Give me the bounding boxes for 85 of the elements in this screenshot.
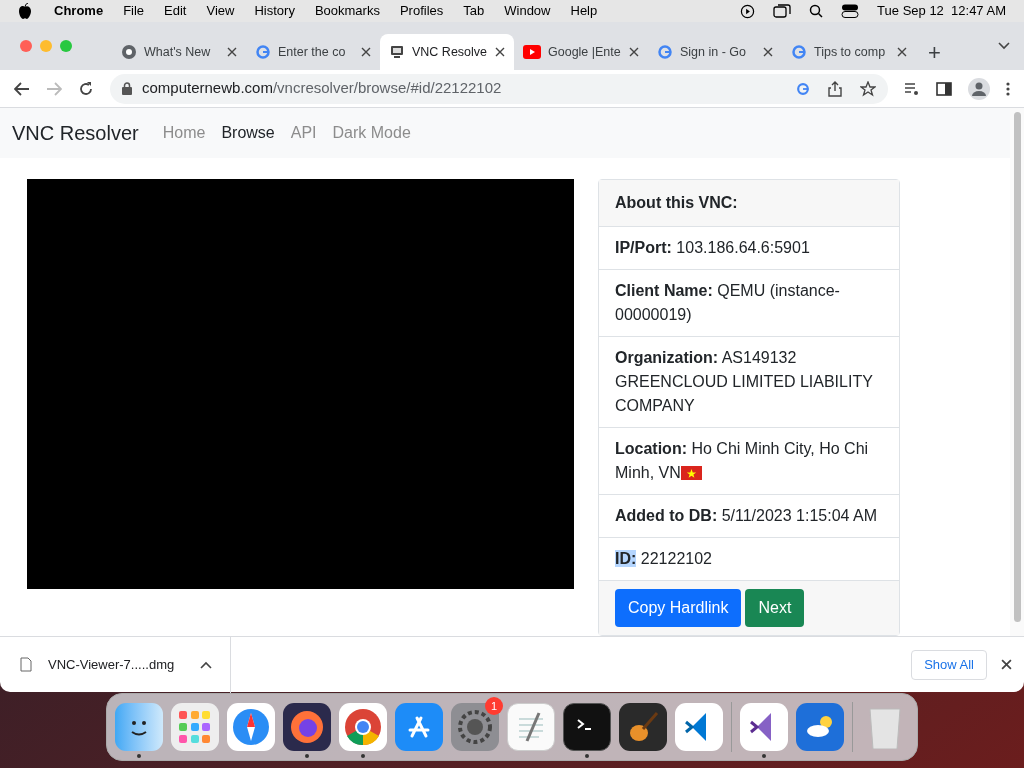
windows-icon[interactable] xyxy=(773,4,792,18)
menu-item[interactable]: View xyxy=(206,1,235,21)
chrome-logo-icon xyxy=(121,44,137,60)
letter-a-app-icon[interactable] xyxy=(395,703,443,751)
browser-tab[interactable]: Sign in - Go xyxy=(648,34,782,70)
tab-title: Enter the co xyxy=(278,43,347,61)
tab-title: VNC Resolve xyxy=(412,43,488,61)
profile-avatar-icon[interactable] xyxy=(968,77,990,100)
smiley-face-app-icon[interactable] xyxy=(115,703,163,751)
play-circle-icon[interactable] xyxy=(740,3,756,19)
menu-item[interactable]: File xyxy=(123,1,145,21)
menu-item[interactable]: History xyxy=(254,1,295,21)
browser-tab[interactable]: VNC Resolve xyxy=(380,34,514,70)
close-icon[interactable] xyxy=(897,47,907,57)
chevron-down-icon[interactable] xyxy=(998,42,1010,50)
side-panel-icon[interactable] xyxy=(936,81,952,96)
fox-globe-app-icon[interactable] xyxy=(283,703,331,751)
gear-app-icon[interactable] xyxy=(451,703,499,751)
search-icon[interactable] xyxy=(809,4,824,18)
star-icon[interactable] xyxy=(860,80,876,97)
tab-title: Google |Ente xyxy=(548,43,622,61)
google-logo-icon xyxy=(657,44,673,60)
browser-tab[interactable]: What's New xyxy=(112,34,246,70)
browser-tab[interactable]: Tips to comp xyxy=(782,34,916,70)
clock[interactable]: Tue Sep 12 12:47 AM xyxy=(877,1,1006,21)
ide-app-icon[interactable] xyxy=(740,703,788,751)
share-icon[interactable] xyxy=(828,80,842,97)
google-logo-icon xyxy=(255,44,271,60)
info-row: Client Name: QEMU (instance-00000019) xyxy=(599,270,899,337)
browser-tab[interactable]: Google |Ente xyxy=(514,34,648,70)
more-menu-icon[interactable] xyxy=(1006,81,1010,96)
nav-link[interactable]: Browse xyxy=(221,121,275,145)
menu-item[interactable]: Bookmarks xyxy=(314,1,380,21)
action-button[interactable]: Next xyxy=(745,589,805,627)
info-row: Organization: AS149132 GREENCLOUD LIMITED LIABILITY COMPANY xyxy=(599,337,899,428)
flag-icon xyxy=(680,466,702,480)
apple-logo-icon[interactable] xyxy=(18,3,32,19)
app-grid-icon[interactable] xyxy=(171,703,219,751)
scrollbar[interactable] xyxy=(1010,108,1024,636)
tab-title: Tips to comp xyxy=(814,43,887,61)
chevron-up-icon[interactable] xyxy=(200,660,213,669)
show-all-button[interactable]: Show All xyxy=(911,649,987,680)
close-icon[interactable] xyxy=(1001,659,1012,670)
terminal-app-icon[interactable] xyxy=(563,703,611,751)
paper-pen-app-icon[interactable] xyxy=(507,703,555,751)
close-icon[interactable] xyxy=(495,47,505,57)
menu-item[interactable]: Tab xyxy=(463,1,485,21)
tab-title: What's New xyxy=(144,43,212,61)
toggles-icon[interactable] xyxy=(841,4,860,18)
google-logo-icon xyxy=(791,44,807,60)
menu-item[interactable]: Edit xyxy=(164,1,187,21)
new-tab-button[interactable]: + xyxy=(928,34,941,70)
card-header: About this VNC: xyxy=(599,180,899,227)
close-icon[interactable] xyxy=(361,47,371,57)
back-arrow-icon[interactable] xyxy=(14,81,30,96)
action-button[interactable]: Copy Hardlink xyxy=(615,589,742,627)
cloud-sun-app-icon[interactable] xyxy=(796,703,844,751)
menu-item[interactable]: Help xyxy=(570,1,598,21)
close-icon[interactable] xyxy=(763,47,773,57)
play-logo-icon xyxy=(523,45,541,59)
reload-icon[interactable] xyxy=(78,80,94,97)
menu-item[interactable]: Profiles xyxy=(399,1,444,21)
file-icon xyxy=(20,657,32,672)
google-logo-icon[interactable] xyxy=(796,81,810,96)
app-menu[interactable]: Chrome xyxy=(54,1,104,21)
compass-app-icon[interactable] xyxy=(227,703,275,751)
menu-item[interactable]: Window xyxy=(504,1,551,21)
info-row: IP/Port: 103.186.64.6:5901 xyxy=(599,227,899,270)
round-browser-app-icon[interactable] xyxy=(339,703,387,751)
close-icon[interactable] xyxy=(629,47,639,57)
address-bar[interactable]: computernewb.com/vncresolver/browse/#id/22122102 xyxy=(110,73,888,104)
computer-icon xyxy=(389,44,405,60)
info-row: Added to DB: 5/11/2023 1:15:04 AM xyxy=(599,495,899,538)
download-file-name[interactable]: VNC-Viewer-7.....dmg xyxy=(48,654,175,675)
code-editor-app-icon[interactable] xyxy=(675,703,723,751)
media-list-icon[interactable] xyxy=(904,81,920,96)
site-brand[interactable]: VNC Resolver xyxy=(12,118,139,148)
lock-icon xyxy=(122,82,132,95)
browser-tab[interactable]: Enter the co xyxy=(246,34,380,70)
notification-badge: 1 xyxy=(485,697,503,715)
guitar-app-icon[interactable] xyxy=(619,703,667,751)
info-row: Location: Ho Chi Minh City, Ho Chi Minh, VN xyxy=(599,428,899,495)
close-icon[interactable] xyxy=(227,47,237,57)
url-text: computernewb.com/vncresolver/browse/#id/22122102 xyxy=(142,78,502,99)
tab-title: Sign in - Go xyxy=(680,43,747,61)
